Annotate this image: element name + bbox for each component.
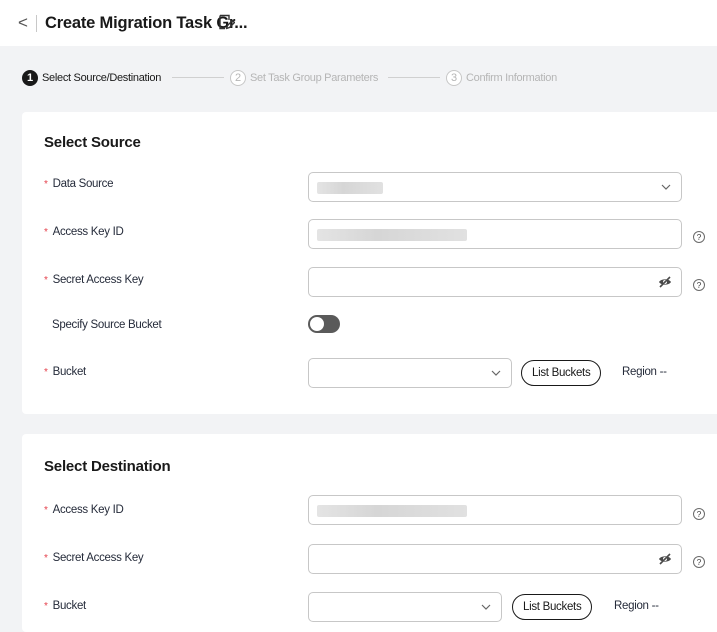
page-header: < Create Migration Task Gr... bbox=[0, 0, 717, 46]
specify-source-bucket-toggle[interactable] bbox=[308, 315, 340, 333]
source-secret-key-label: * Secret Access Key bbox=[44, 274, 144, 286]
data-source-value bbox=[317, 182, 383, 194]
source-access-key-input[interactable] bbox=[308, 219, 682, 249]
step-2-number: 2 bbox=[230, 70, 246, 86]
destination-list-buckets-button[interactable]: List Buckets bbox=[512, 594, 593, 620]
required-marker: * bbox=[44, 179, 48, 190]
source-access-key-label: * Access Key ID bbox=[44, 226, 124, 238]
destination-bucket-label: * Bucket bbox=[44, 600, 86, 612]
required-marker: * bbox=[44, 601, 48, 612]
required-marker: * bbox=[44, 505, 48, 516]
chevron-down-icon bbox=[481, 604, 491, 610]
source-bucket-label: * Bucket bbox=[44, 366, 86, 378]
help-icon[interactable]: ? bbox=[693, 508, 705, 520]
step-connector bbox=[388, 77, 440, 78]
destination-access-key-label: * Access Key ID bbox=[44, 504, 124, 516]
chevron-down-icon bbox=[491, 370, 501, 376]
help-icon[interactable]: ? bbox=[693, 556, 705, 568]
step-3: 3 Confirm Information bbox=[446, 67, 557, 89]
destination-secret-key-label-text: Secret Access Key bbox=[52, 552, 144, 564]
select-source-card: Select Source * Data Source * Access Key I… bbox=[22, 112, 717, 414]
data-source-select[interactable] bbox=[308, 172, 682, 202]
destination-region-label: Region bbox=[614, 600, 649, 612]
eye-hidden-icon[interactable] bbox=[658, 276, 672, 288]
select-destination-card: Select Destination * Access Key ID ? * Sec… bbox=[22, 434, 717, 632]
destination-access-key-input[interactable] bbox=[308, 495, 682, 525]
source-bucket-label-text: Bucket bbox=[52, 366, 87, 378]
required-marker: * bbox=[44, 227, 48, 238]
step-2-label: Set Task Group Parameters bbox=[250, 72, 379, 84]
source-region-value: -- bbox=[659, 366, 667, 378]
toggle-knob bbox=[310, 317, 324, 331]
destination-bucket-select[interactable] bbox=[308, 592, 502, 622]
step-1-number: 1 bbox=[22, 70, 38, 86]
select-destination-title: Select Destination bbox=[44, 458, 171, 475]
header-divider bbox=[36, 15, 37, 32]
edit-note-icon[interactable] bbox=[217, 13, 235, 31]
required-marker: * bbox=[44, 553, 48, 564]
source-access-key-value bbox=[317, 229, 467, 241]
destination-access-key-label-text: Access Key ID bbox=[52, 504, 124, 516]
step-1: 1 Select Source/Destination bbox=[22, 67, 161, 89]
back-arrow-icon[interactable]: < bbox=[18, 13, 28, 33]
step-3-label: Confirm Information bbox=[466, 72, 557, 84]
help-icon[interactable]: ? bbox=[693, 279, 705, 291]
step-1-label: Select Source/Destination bbox=[42, 72, 162, 84]
step-2: 2 Set Task Group Parameters bbox=[230, 67, 378, 89]
eye-hidden-icon[interactable] bbox=[658, 553, 672, 565]
required-marker: * bbox=[44, 275, 48, 286]
help-icon[interactable]: ? bbox=[693, 231, 705, 243]
source-region-label: Region bbox=[622, 366, 657, 378]
specify-source-bucket-label: Specify Source Bucket bbox=[52, 319, 162, 331]
source-secret-key-label-text: Secret Access Key bbox=[52, 274, 144, 286]
chevron-down-icon bbox=[661, 184, 671, 190]
source-bucket-select[interactable] bbox=[308, 358, 512, 388]
destination-secret-key-label: * Secret Access Key bbox=[44, 552, 144, 564]
step-3-number: 3 bbox=[446, 70, 462, 86]
data-source-label: * Data Source bbox=[44, 178, 114, 190]
destination-region-value: -- bbox=[651, 600, 659, 612]
destination-region: Region -- bbox=[614, 600, 659, 612]
source-list-buckets-button[interactable]: List Buckets bbox=[521, 360, 602, 386]
select-source-title: Select Source bbox=[44, 134, 141, 151]
data-source-label-text: Data Source bbox=[52, 178, 114, 190]
destination-access-key-value bbox=[317, 505, 467, 517]
required-marker: * bbox=[44, 367, 48, 378]
step-connector bbox=[172, 77, 224, 78]
destination-bucket-label-text: Bucket bbox=[52, 600, 87, 612]
destination-secret-key-input[interactable] bbox=[308, 544, 682, 574]
source-region: Region -- bbox=[622, 366, 667, 378]
source-secret-key-input[interactable] bbox=[308, 267, 682, 297]
source-access-key-label-text: Access Key ID bbox=[52, 226, 124, 238]
